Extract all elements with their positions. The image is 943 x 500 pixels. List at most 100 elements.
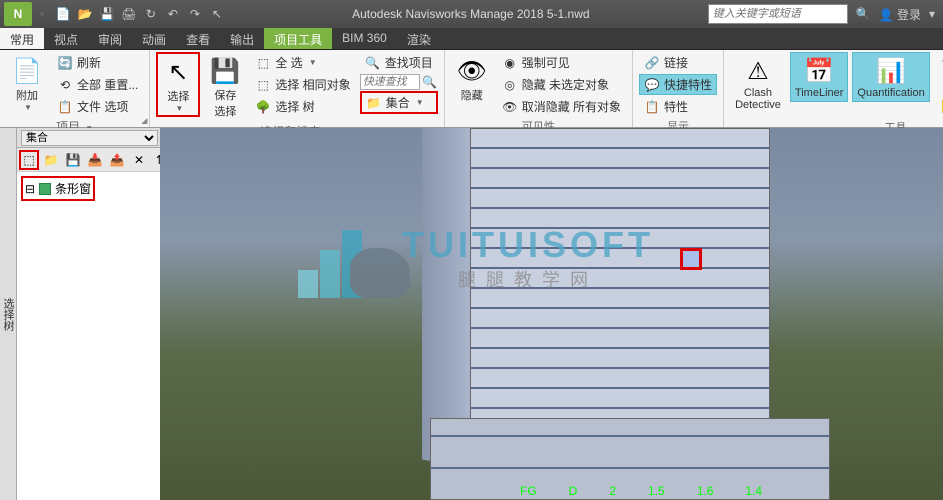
import-icon[interactable]: 📥 [85, 150, 105, 170]
building-model[interactable] [470, 128, 770, 468]
find-icon: 🔍 [365, 55, 381, 71]
redo-icon[interactable]: ↷ [186, 5, 204, 23]
quick-access-toolbar: 📄 📂 💾 🖨 ↻ ↶ ↷ ↖ [46, 5, 234, 23]
force-vis-icon: ◉ [502, 55, 518, 71]
sets-dropdown[interactable]: 集合 [21, 130, 158, 146]
export-icon[interactable]: 📤 [107, 150, 127, 170]
delete-icon[interactable]: ✕ [129, 150, 149, 170]
tab-common[interactable]: 常用 [0, 28, 44, 49]
search-input[interactable] [708, 4, 848, 24]
save-sel-icon: 💾 [209, 55, 241, 87]
tool-1-button[interactable]: 🔧 [936, 54, 943, 74]
select-all-icon: ⬚ [255, 55, 271, 71]
refresh-icon: 🔄 [57, 55, 73, 71]
panel-project: 📄 附加 ▼ 🔄刷新 ⟲全部 重置... 📋文件 选项 项目 ▼ ◢ [0, 50, 150, 127]
tree-collapse-icon[interactable]: ⊟ [25, 182, 35, 196]
tab-look[interactable]: 查看 [176, 28, 220, 49]
menubar: 常用 视点 审阅 动画 查看 输出 项目工具 BIM 360 渲染 [0, 28, 943, 50]
force-visible-button[interactable]: ◉强制可见 [497, 52, 626, 73]
tab-bim360[interactable]: BIM 360 [332, 28, 397, 49]
selected-element-marker[interactable] [680, 248, 702, 270]
props-icon: 📋 [644, 99, 660, 115]
timeliner-button[interactable]: 📅 TimeLiner [790, 52, 849, 102]
append-button[interactable]: 📄 附加 ▼ [6, 52, 48, 115]
panel-display: 🔗链接 💬快捷特性 📋特性 显示 [633, 50, 724, 127]
open-icon[interactable]: 📂 [76, 5, 94, 23]
print-icon[interactable]: 🖨 [120, 5, 138, 23]
cursor-icon: ↖ [162, 56, 194, 88]
hide-unsel-icon: ◎ [502, 77, 518, 93]
select-related-button[interactable]: ⬚选择 相同对象 [250, 74, 355, 95]
tool-2-button[interactable]: ⚙ [936, 75, 943, 95]
select-tree-button[interactable]: 🌳选择 树 [250, 96, 355, 117]
reset-all-button[interactable]: ⟲全部 重置... [52, 74, 143, 95]
tree-item-window[interactable]: ⊟ 条形窗 [21, 176, 95, 201]
sets-icon: 📁 [366, 95, 382, 111]
find-items-button[interactable]: 🔍查找项目 [360, 52, 438, 73]
login-button[interactable]: 👤 登录 [879, 6, 921, 23]
unhide-icon: 👁 [502, 99, 518, 115]
panel-expand-icon[interactable]: ◢ [141, 116, 147, 125]
quantification-button[interactable]: 📊 Quantification [852, 52, 929, 102]
watermark-logo [290, 218, 390, 298]
quick-find-go-icon[interactable]: 🔍 [422, 74, 438, 90]
undo-icon[interactable]: ↶ [164, 5, 182, 23]
refresh-icon[interactable]: ↻ [142, 5, 160, 23]
select-cursor-icon[interactable]: ↖ [208, 5, 226, 23]
links-button[interactable]: 🔗链接 [639, 52, 717, 73]
viewport-3d[interactable]: TUITUISOFT 腿腿教学网 FGD2 1.51.61.4 [160, 128, 943, 500]
new-icon[interactable]: 📄 [54, 5, 72, 23]
window-title: Autodesk Navisworks Manage 2018 5-1.nwd [234, 7, 708, 21]
app-menu-arrow[interactable]: ▼ [38, 10, 46, 19]
tab-render[interactable]: 渲染 [397, 28, 441, 49]
ribbon: 📄 附加 ▼ 🔄刷新 ⟲全部 重置... 📋文件 选项 项目 ▼ ◢ ↖ 选择 … [0, 50, 943, 128]
panel-visibility: 👁 隐藏 ◉强制可见 ◎隐藏 未选定对象 👁取消隐藏 所有对象 可见性 [445, 50, 633, 127]
quick-find-row: 🔍 [360, 74, 438, 90]
refresh-button[interactable]: 🔄刷新 [52, 52, 143, 73]
search-icon[interactable]: 🔍 [856, 7, 871, 21]
timeliner-icon: 📅 [803, 55, 835, 87]
tree-item-label: 条形窗 [55, 180, 91, 197]
tab-view[interactable]: 视点 [44, 28, 88, 49]
link-icon: 🔗 [644, 55, 660, 71]
append-icon: 📄 [11, 55, 43, 87]
hide-unselected-button[interactable]: ◎隐藏 未选定对象 [497, 74, 626, 95]
selection-box-icon[interactable]: ⬚ [19, 150, 39, 170]
panel-tools: ⚠ Clash Detective 📅 TimeLiner 📊 Quantifi… [724, 50, 943, 127]
app-icon[interactable]: N [4, 2, 32, 26]
building-side [422, 128, 470, 468]
save-icon[interactable]: 💾 [98, 5, 116, 23]
title-right: 🔍 👤 登录 ▾ [848, 6, 943, 23]
set-icon [39, 183, 51, 195]
tab-project[interactable]: 项目工具 [264, 28, 332, 49]
panel-select-search: ↖ 选择 ▼ 💾 保存 选择 ⬚全 选 ▼ ⬚选择 相同对象 🌳选择 树 🔍查找… [150, 50, 444, 127]
folder-icon[interactable]: 📁 [41, 150, 61, 170]
properties-button[interactable]: 📋特性 [639, 96, 717, 117]
grid-labels: FGD2 1.51.61.4 [520, 484, 762, 498]
reset-icon: ⟲ [57, 77, 73, 93]
tab-anim[interactable]: 动画 [132, 28, 176, 49]
quick-props-icon: 💬 [644, 77, 660, 93]
tab-output[interactable]: 输出 [220, 28, 264, 49]
quick-properties-button[interactable]: 💬快捷特性 [639, 74, 717, 95]
quant-icon: 📊 [875, 55, 907, 87]
tree-icon: 🌳 [255, 99, 271, 115]
save-icon[interactable]: 💾 [63, 150, 83, 170]
clash-icon: ⚠ [742, 55, 774, 87]
help-icon[interactable]: ▾ [929, 7, 935, 21]
titlebar: N ▼ 📄 📂 💾 🖨 ↻ ↶ ↷ ↖ Autodesk Navisworks … [0, 0, 943, 28]
side-panel: 选择树 集合 📌 ✕ ⬚ 📁 💾 📥 📤 ✕ ⇅ ▾ ⊟ 条形窗 [0, 128, 160, 500]
select-rel-icon: ⬚ [255, 77, 271, 93]
clash-detective-button[interactable]: ⚠ Clash Detective [730, 52, 786, 114]
unhide-all-button[interactable]: 👁取消隐藏 所有对象 [497, 96, 626, 117]
hide-button[interactable]: 👁 隐藏 [451, 52, 493, 106]
select-all-button[interactable]: ⬚全 选 ▼ [250, 52, 355, 73]
save-selection-button[interactable]: 💾 保存 选择 [204, 52, 246, 122]
side-panel-title[interactable]: 选择树 [0, 128, 17, 500]
file-options-button[interactable]: 📋文件 选项 [52, 96, 143, 117]
sets-button[interactable]: 📁集合 ▼ [360, 91, 438, 114]
quick-find-input[interactable] [360, 74, 420, 90]
select-button[interactable]: ↖ 选择 ▼ [156, 52, 200, 117]
tab-review[interactable]: 审阅 [88, 28, 132, 49]
tool-3-button[interactable]: 📐 [936, 96, 943, 116]
